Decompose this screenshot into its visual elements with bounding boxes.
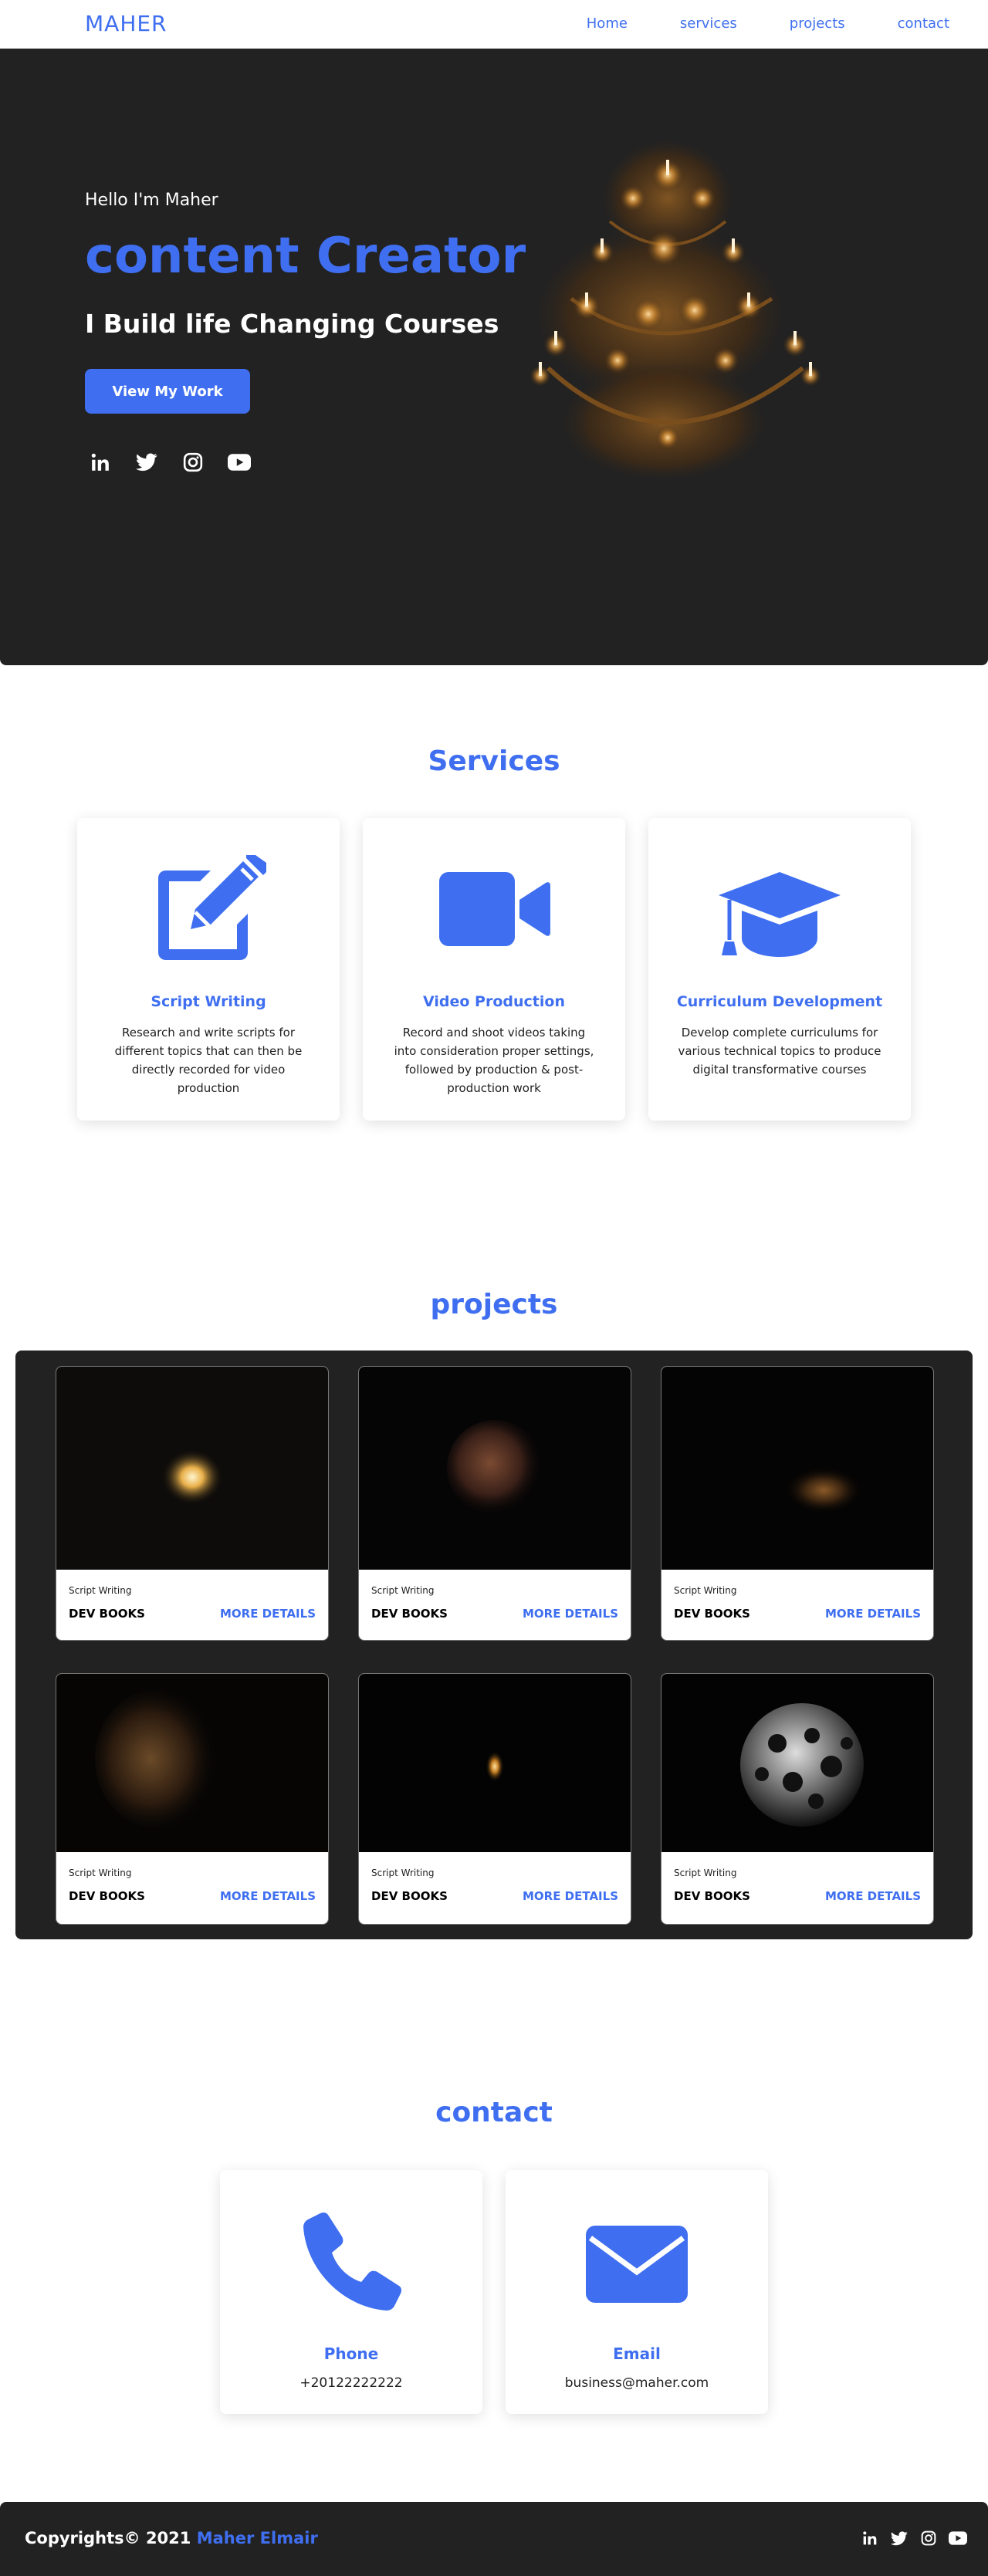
project-card[interactable]: Script Writing DEV BOOKS MORE DETAILS	[56, 1366, 329, 1641]
video-camera-icon	[363, 855, 625, 963]
contact-title: Phone	[323, 2344, 379, 2363]
more-details-link[interactable]: MORE DETAILS	[523, 1607, 618, 1621]
instagram-icon[interactable]	[179, 448, 207, 476]
chandelier-image	[529, 137, 821, 484]
project-name: DEV BOOKS	[674, 1889, 750, 1903]
project-image	[56, 1674, 328, 1852]
top-navbar: MAHER Home services projects contact	[0, 0, 988, 49]
service-card-video-production: Video Production Record and shoot videos…	[363, 818, 625, 1121]
phone-icon	[220, 2209, 482, 2317]
twitter-icon[interactable]	[888, 2527, 911, 2550]
contact-value: business@maher.com	[564, 2375, 709, 2391]
more-details-link[interactable]: MORE DETAILS	[220, 1889, 316, 1903]
hero-title: content Creator	[85, 228, 526, 285]
author-link[interactable]: Maher Elmair	[197, 2529, 318, 2547]
view-my-work-button[interactable]: View My Work	[85, 369, 250, 414]
hero-social-links	[86, 448, 272, 476]
project-image	[661, 1367, 933, 1570]
project-card[interactable]: Script Writing DEV BOOKS MORE DETAILS	[661, 1673, 934, 1925]
project-category: Script Writing	[69, 1868, 132, 1878]
linkedin-icon[interactable]	[858, 2527, 881, 2550]
service-card-curriculum-development: Curriculum Development Develop complete …	[648, 818, 911, 1121]
graduation-cap-icon	[648, 855, 911, 963]
more-details-link[interactable]: MORE DETAILS	[523, 1889, 618, 1903]
more-details-link[interactable]: MORE DETAILS	[220, 1607, 316, 1621]
nav-links: Home services projects contact	[534, 15, 949, 32]
project-name: DEV BOOKS	[371, 1889, 448, 1903]
hero-section: Hello I'm Maher content Creator I Build …	[0, 49, 988, 665]
nav-link-projects[interactable]: projects	[790, 15, 845, 32]
linkedin-icon[interactable]	[86, 448, 114, 476]
projects-title: projects	[430, 1289, 558, 1320]
youtube-icon[interactable]	[225, 448, 253, 476]
instagram-icon[interactable]	[917, 2527, 940, 2550]
footer-social-links	[852, 2527, 969, 2550]
service-card-script-writing: Script Writing Research and write script…	[77, 818, 340, 1121]
project-category: Script Writing	[371, 1585, 435, 1596]
project-image	[661, 1674, 933, 1852]
project-name: DEV BOOKS	[69, 1889, 145, 1903]
project-image	[359, 1674, 631, 1852]
projects-grid: Script Writing DEV BOOKS MORE DETAILS Sc…	[15, 1351, 973, 1939]
contact-card-email[interactable]: Email business@maher.com	[506, 2170, 768, 2414]
project-image	[56, 1367, 328, 1570]
project-category: Script Writing	[371, 1868, 435, 1878]
contact-title: contact	[435, 2097, 553, 2128]
hero-subtitle: I Build life Changing Courses	[85, 309, 499, 339]
more-details-link[interactable]: MORE DETAILS	[825, 1607, 921, 1621]
envelope-icon	[506, 2209, 768, 2317]
project-card[interactable]: Script Writing DEV BOOKS MORE DETAILS	[56, 1673, 329, 1925]
nav-link-services[interactable]: services	[680, 15, 737, 32]
service-description: Research and write scripts for different…	[114, 1026, 303, 1095]
service-title: Curriculum Development	[676, 993, 883, 1010]
service-title: Video Production	[423, 993, 565, 1010]
footer-copyright: Copyrights© 2021 Maher Elmair	[25, 2529, 318, 2547]
service-description: Record and shoot videos taking into cons…	[394, 1026, 594, 1095]
project-image	[359, 1367, 631, 1570]
contact-value: +20122222222	[299, 2375, 403, 2391]
youtube-icon[interactable]	[946, 2527, 969, 2550]
edit-icon	[77, 855, 340, 963]
services-title: Services	[428, 745, 560, 777]
more-details-link[interactable]: MORE DETAILS	[825, 1889, 921, 1903]
contact-title: Email	[613, 2344, 661, 2363]
twitter-icon[interactable]	[133, 448, 161, 476]
project-card[interactable]: Script Writing DEV BOOKS MORE DETAILS	[358, 1366, 631, 1641]
project-category: Script Writing	[674, 1585, 737, 1596]
brand-logo[interactable]: MAHER	[85, 11, 167, 36]
project-name: DEV BOOKS	[69, 1607, 145, 1621]
project-name: DEV BOOKS	[674, 1607, 750, 1621]
copyright-text: Copyrights© 2021	[25, 2529, 191, 2547]
service-description: Develop complete curriculums for various…	[678, 1026, 881, 1077]
project-card[interactable]: Script Writing DEV BOOKS MORE DETAILS	[661, 1366, 934, 1641]
project-name: DEV BOOKS	[371, 1607, 448, 1621]
hero-greeting: Hello I'm Maher	[85, 191, 218, 210]
project-category: Script Writing	[674, 1868, 737, 1878]
project-card[interactable]: Script Writing DEV BOOKS MORE DETAILS	[358, 1673, 631, 1925]
footer: Copyrights© 2021 Maher Elmair	[0, 2502, 988, 2576]
nav-link-home[interactable]: Home	[587, 15, 628, 32]
project-category: Script Writing	[69, 1585, 132, 1596]
service-title: Script Writing	[151, 993, 266, 1010]
contact-card-phone[interactable]: Phone +20122222222	[220, 2170, 482, 2414]
nav-link-contact[interactable]: contact	[898, 15, 949, 32]
